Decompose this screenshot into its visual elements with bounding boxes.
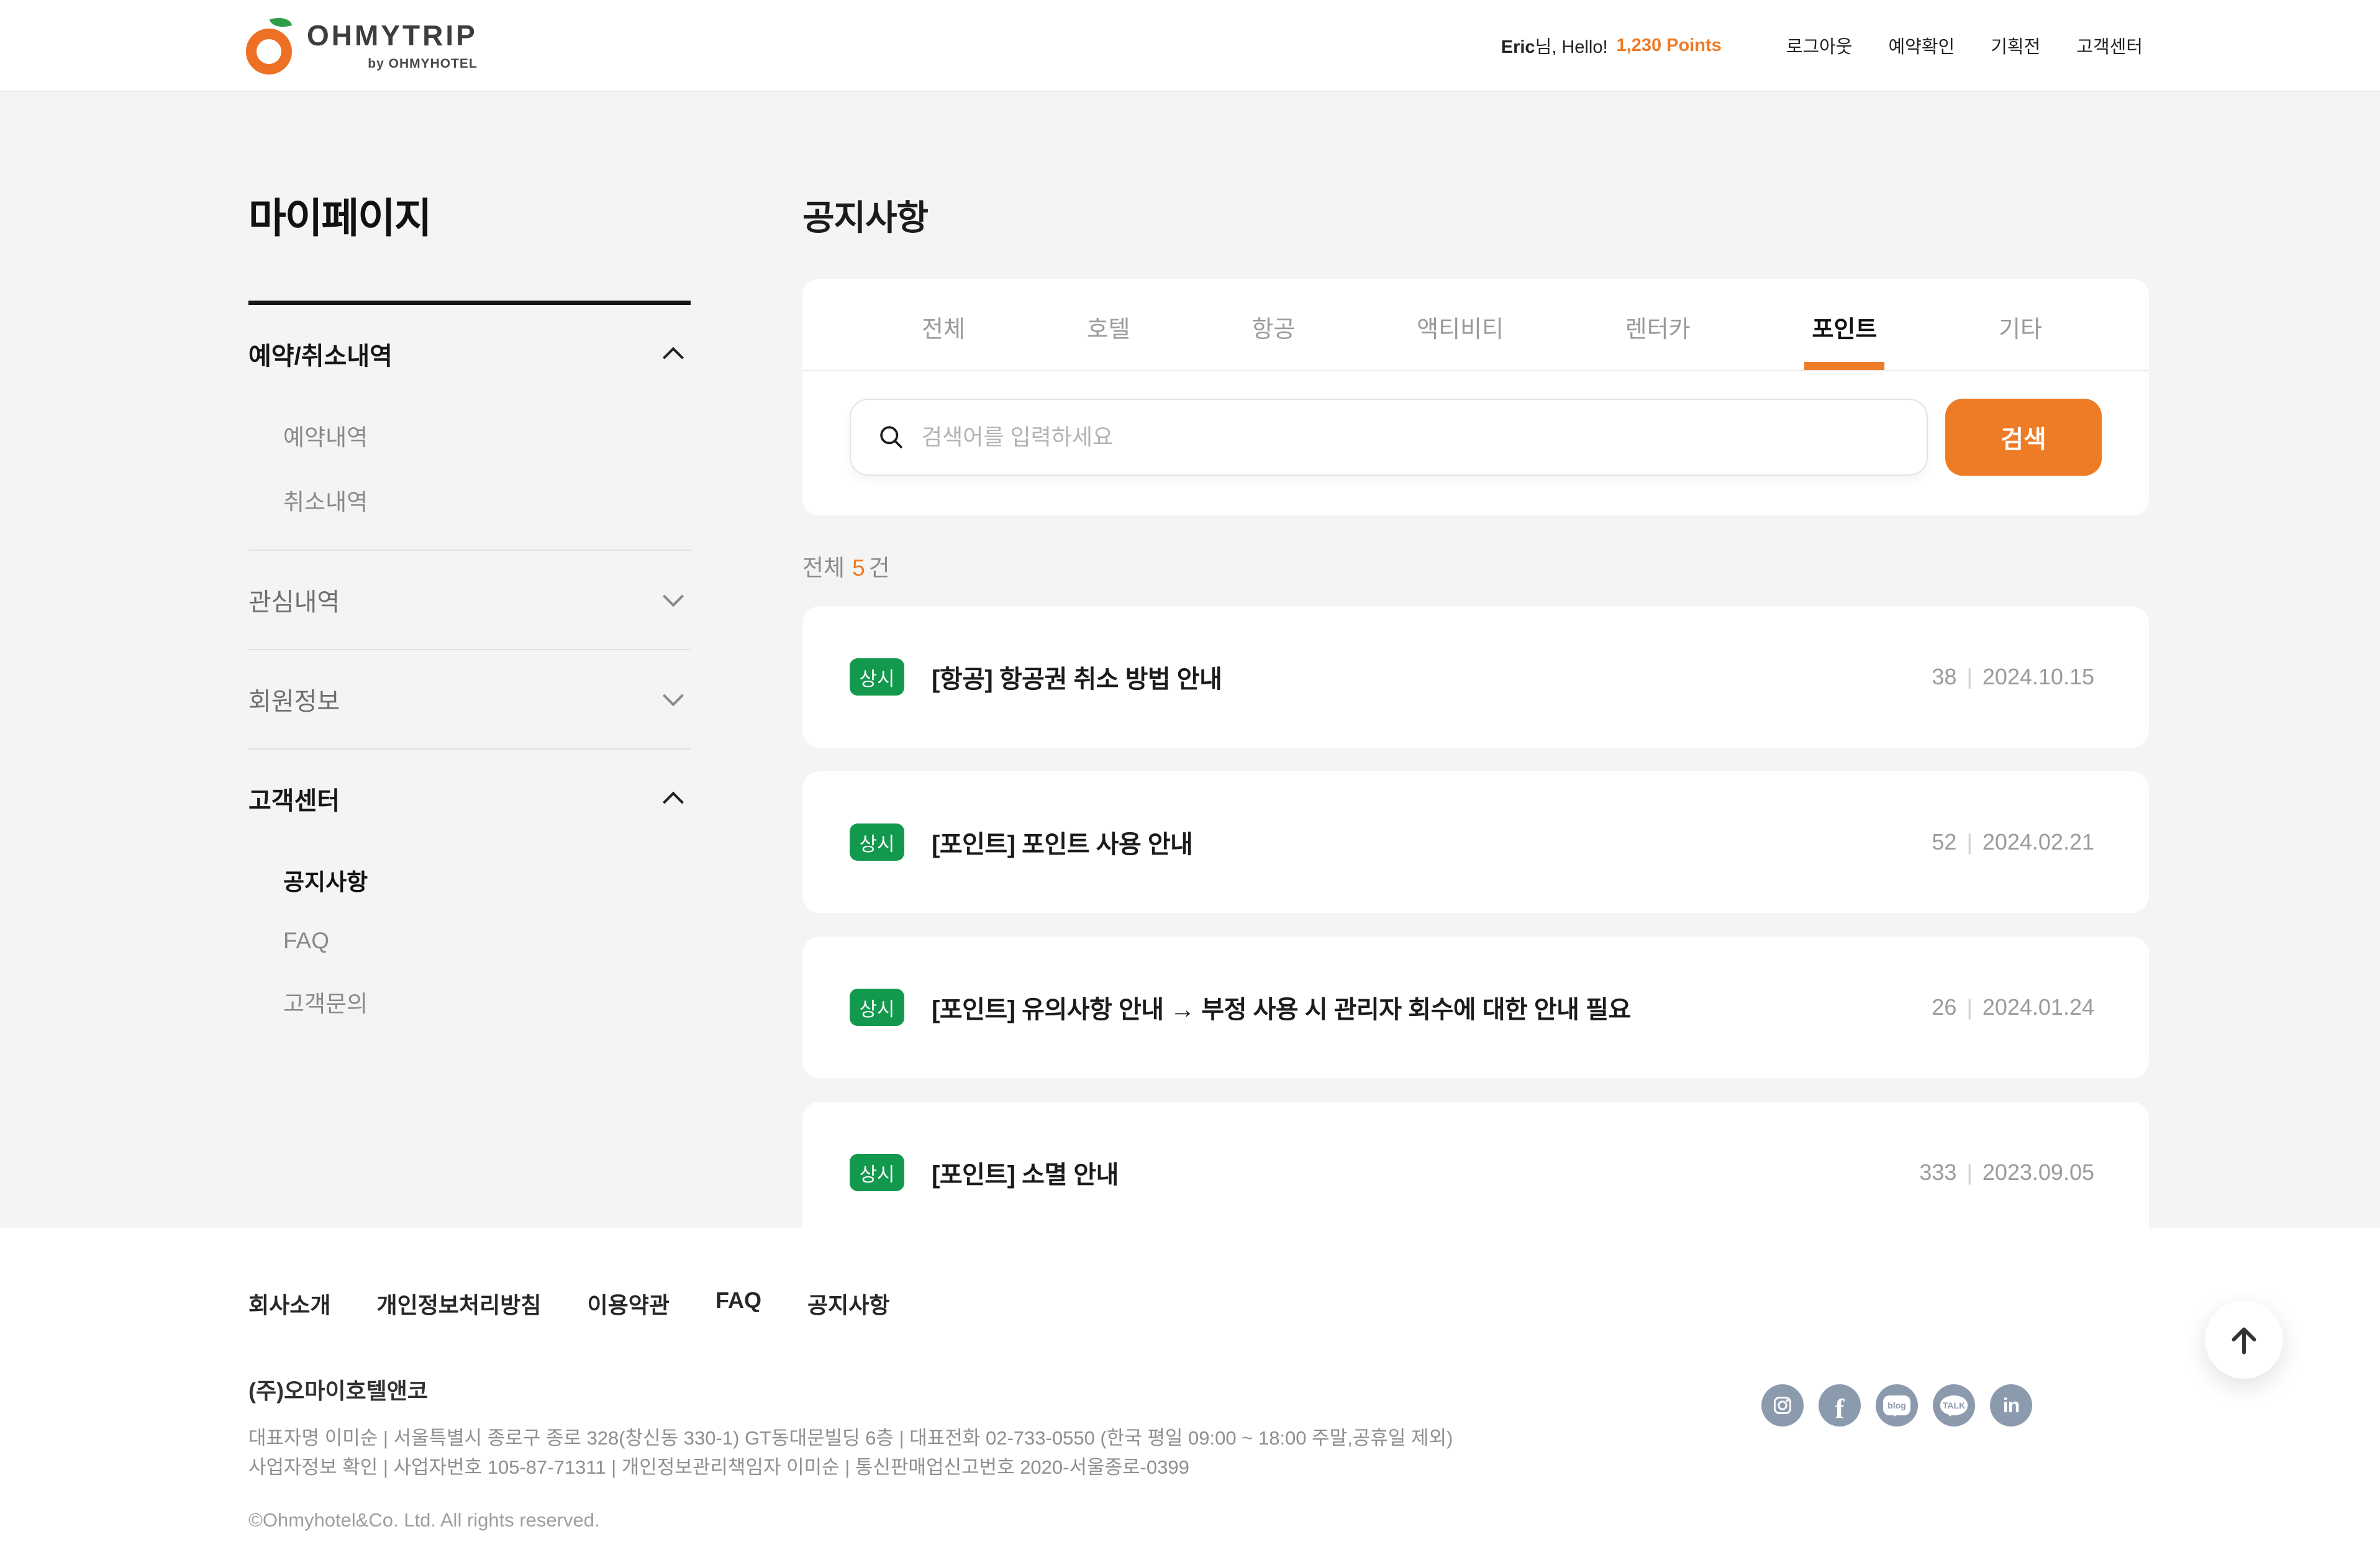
linkedin-icon[interactable]: in (1990, 1384, 2032, 1427)
site-footer: 회사소개 개인정보처리방침 이용약관 FAQ 공지사항 (주)오마이호텔앤코 대… (0, 1228, 2380, 1565)
status-badge: 상시 (850, 823, 904, 861)
site-header: OHMYTRIP by OHMYHOTEL Eric님, Hello! 1,23… (0, 0, 2380, 92)
view-count: 26 (1932, 994, 1956, 1020)
chevron-up-icon (663, 347, 684, 368)
tab-all[interactable]: 전체 (914, 279, 973, 370)
footer-link-faq[interactable]: FAQ (715, 1287, 761, 1320)
footer-links: 회사소개 개인정보처리방침 이용약관 FAQ 공지사항 (248, 1287, 2149, 1320)
notice-list: 상시 [항공] 항공권 취소 방법 안내 38|2024.10.15 상시 [포… (802, 606, 2149, 1243)
notice-meta: 38|2024.10.15 (1932, 664, 2094, 690)
footer-link-terms[interactable]: 이용약관 (587, 1287, 669, 1320)
notice-title: [포인트] 소멸 안내 (932, 1154, 1119, 1191)
notice-title: [포인트] 포인트 사용 안내 (932, 824, 1192, 860)
scroll-to-top-button[interactable] (2205, 1300, 2283, 1379)
blog-icon[interactable]: blog (1876, 1384, 1918, 1427)
chevron-down-icon (663, 685, 684, 706)
tab-activity[interactable]: 액티비티 (1409, 279, 1511, 370)
tab-rentacar[interactable]: 렌터카 (1618, 279, 1698, 370)
notice-meta: 333|2023.09.05 (1919, 1159, 2094, 1186)
sidebar-section-member-info[interactable]: 회원정보 (248, 650, 691, 748)
notice-meta: 52|2024.02.21 (1932, 829, 2094, 855)
status-badge: 상시 (850, 658, 904, 696)
status-badge: 상시 (850, 1154, 904, 1191)
footer-link-about[interactable]: 회사소개 (248, 1287, 330, 1320)
brand-byline: by OHMYHOTEL (307, 57, 478, 70)
notice-date: 2024.01.24 (1983, 994, 2094, 1020)
sidebar-item-inquiry[interactable]: 고객문의 (248, 969, 691, 1034)
notice-date: 2023.09.05 (1983, 1159, 2094, 1185)
chevron-up-icon (663, 792, 684, 813)
nav-promotions[interactable]: 기획전 (1991, 32, 2040, 58)
company-info: 대표자명 이미순 | 서울특별시 종로구 종로 328(창신동 330-1) G… (248, 1424, 2149, 1482)
user-name: Eric (1501, 37, 1535, 57)
notice-row[interactable]: 상시 [포인트] 소멸 안내 333|2023.09.05 (802, 1102, 2149, 1243)
status-badge: 상시 (850, 989, 904, 1026)
page-body: 마이페이지 예약/취소내역 예약내역 취소내역 관심내역 회원정보 고객센터 공… (0, 92, 2380, 1228)
sidebar-item-faq[interactable]: FAQ (248, 912, 691, 969)
points-balance[interactable]: 1,230 Points (1617, 35, 1722, 56)
notice-title: [항공] 항공권 취소 방법 안내 (932, 659, 1222, 695)
category-tabs: 전체 호텔 항공 액티비티 렌터카 포인트 기타 (802, 279, 2149, 371)
notice-content: 공지사항 전체 호텔 항공 액티비티 렌터카 포인트 기타 검색 (802, 185, 2149, 1228)
footer-link-privacy[interactable]: 개인정보처리방침 (376, 1287, 541, 1320)
notice-title: [포인트] 유의사항 안내 → 부정 사용 시 관리자 회수에 대한 안내 필요 (932, 989, 1631, 1025)
sidebar-item-notices[interactable]: 공지사항 (248, 848, 691, 912)
page-title: 공지사항 (802, 190, 2149, 240)
sidebar-section-reservations[interactable]: 예약/취소내역 (248, 305, 691, 403)
notice-filter-panel: 전체 호텔 항공 액티비티 렌터카 포인트 기타 검색 (802, 279, 2149, 515)
company-info-line2: 사업자정보 확인 | 사업자번호 105-87-71311 | 개인정보관리책임… (248, 1453, 2149, 1482)
kakao-talk-icon[interactable]: TALK (1933, 1384, 1975, 1427)
sidebar-section-interests[interactable]: 관심내역 (248, 551, 691, 649)
tab-etc[interactable]: 기타 (1991, 279, 2050, 370)
arrow-up-icon (2225, 1320, 2263, 1359)
sidebar-title: 마이페이지 (248, 185, 691, 245)
sidebar-item-cancel-history[interactable]: 취소내역 (248, 468, 691, 532)
top-nav: 로그아웃 예약확인 기획전 고객센터 (1750, 32, 2143, 58)
social-links: f blog TALK in (1761, 1384, 2032, 1427)
instagram-icon[interactable] (1761, 1384, 1804, 1427)
chevron-down-icon (663, 586, 684, 607)
view-count: 38 (1932, 664, 1956, 689)
tab-hotel[interactable]: 호텔 (1079, 279, 1138, 370)
notice-date: 2024.02.21 (1983, 829, 2094, 855)
sidebar-section-customer-center[interactable]: 고객센터 (248, 750, 691, 848)
notice-row[interactable]: 상시 [항공] 항공권 취소 방법 안내 38|2024.10.15 (802, 606, 2149, 748)
view-count: 333 (1919, 1159, 1956, 1185)
logo[interactable]: OHMYTRIP by OHMYHOTEL (246, 15, 478, 76)
copyright: ©Ohmyhotel&Co. Ltd. All rights reserved. (248, 1509, 2149, 1531)
user-greeting: Eric님, Hello! (1501, 32, 1608, 58)
orange-fruit-logo-icon (246, 15, 294, 76)
tab-points[interactable]: 포인트 (1804, 279, 1884, 370)
company-info-line1: 대표자명 이미순 | 서울특별시 종로구 종로 328(창신동 330-1) G… (248, 1424, 2149, 1453)
notice-date: 2024.10.15 (1983, 664, 2094, 689)
divider (248, 301, 691, 305)
notice-row[interactable]: 상시 [포인트] 포인트 사용 안내 52|2024.02.21 (802, 771, 2149, 913)
view-count: 52 (1932, 829, 1956, 855)
mypage-sidebar: 마이페이지 예약/취소내역 예약내역 취소내역 관심내역 회원정보 고객센터 공… (248, 185, 691, 1228)
brand-name: OHMYTRIP (307, 21, 478, 50)
sidebar-item-reservation-history[interactable]: 예약내역 (248, 403, 691, 468)
nav-reservation-check[interactable]: 예약확인 (1888, 32, 1955, 58)
footer-link-notices[interactable]: 공지사항 (807, 1287, 889, 1320)
result-count-number: 5 (852, 555, 865, 581)
search-button[interactable]: 검색 (1945, 399, 2102, 476)
search-input[interactable] (850, 399, 1928, 476)
result-count: 전체5건 (802, 549, 2149, 583)
nav-logout[interactable]: 로그아웃 (1786, 32, 1853, 58)
search-icon (877, 423, 906, 451)
notice-meta: 26|2024.01.24 (1932, 994, 2094, 1020)
facebook-icon[interactable]: f (1819, 1384, 1861, 1427)
tab-flight[interactable]: 항공 (1244, 279, 1302, 370)
nav-customer-center[interactable]: 고객센터 (2076, 32, 2143, 58)
notice-row[interactable]: 상시 [포인트] 유의사항 안내 → 부정 사용 시 관리자 회수에 대한 안내… (802, 937, 2149, 1078)
